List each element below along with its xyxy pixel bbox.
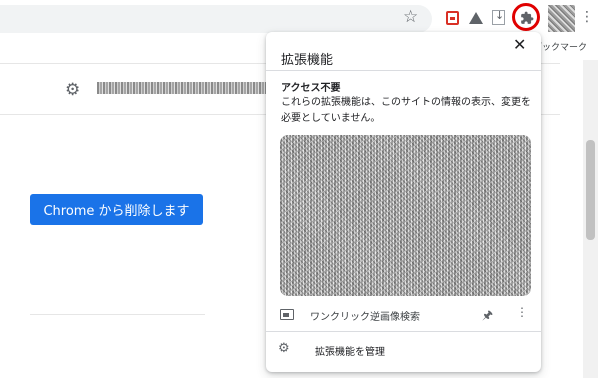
close-icon[interactable]: ✕	[513, 36, 526, 54]
content-divider	[30, 314, 205, 315]
pin-icon[interactable]: 🖈	[482, 306, 493, 327]
extension-row[interactable]: ワンクリック逆画像検索 🖈 ⋮	[266, 300, 541, 328]
extension-red-icon[interactable]	[446, 11, 459, 25]
popup-title: 拡張機能	[281, 53, 334, 68]
puzzle-icon	[521, 11, 534, 24]
extensions-button[interactable]	[512, 3, 540, 31]
gear-icon: ⚙	[278, 341, 290, 356]
popup-divider	[266, 70, 541, 71]
manage-extensions-label: 拡張機能を管理	[315, 347, 385, 358]
access-description: これらの拡張機能は、このサイトの情報の表示、変更を必要としていません。	[281, 97, 531, 124]
extension-preview-image	[280, 135, 531, 296]
redacted-text	[97, 82, 267, 94]
extension-name: ワンクリック逆画像検索	[310, 312, 420, 323]
gear-icon[interactable]: ⚙	[65, 81, 80, 99]
access-heading: アクセス不要	[281, 83, 341, 94]
popup-divider	[266, 331, 541, 332]
star-icon[interactable]: ☆	[403, 8, 419, 26]
image-search-icon	[280, 309, 294, 320]
extensions-popup: 拡張機能 ✕ アクセス不要 これらの拡張機能は、このサイトの情報の表示、変更を必…	[266, 32, 541, 372]
menu-dots-icon[interactable]: ⋮	[580, 9, 594, 25]
remove-from-chrome-button[interactable]: Chrome から削除します	[30, 194, 203, 225]
avatar[interactable]	[548, 5, 575, 32]
scrollbar-thumb[interactable]	[586, 140, 595, 240]
address-bar[interactable]	[0, 5, 432, 33]
drive-icon[interactable]	[469, 12, 483, 24]
download-icon[interactable]	[492, 9, 505, 25]
manage-extensions-item[interactable]: ⚙ 拡張機能を管理	[266, 337, 541, 363]
more-icon[interactable]: ⋮	[516, 305, 528, 319]
